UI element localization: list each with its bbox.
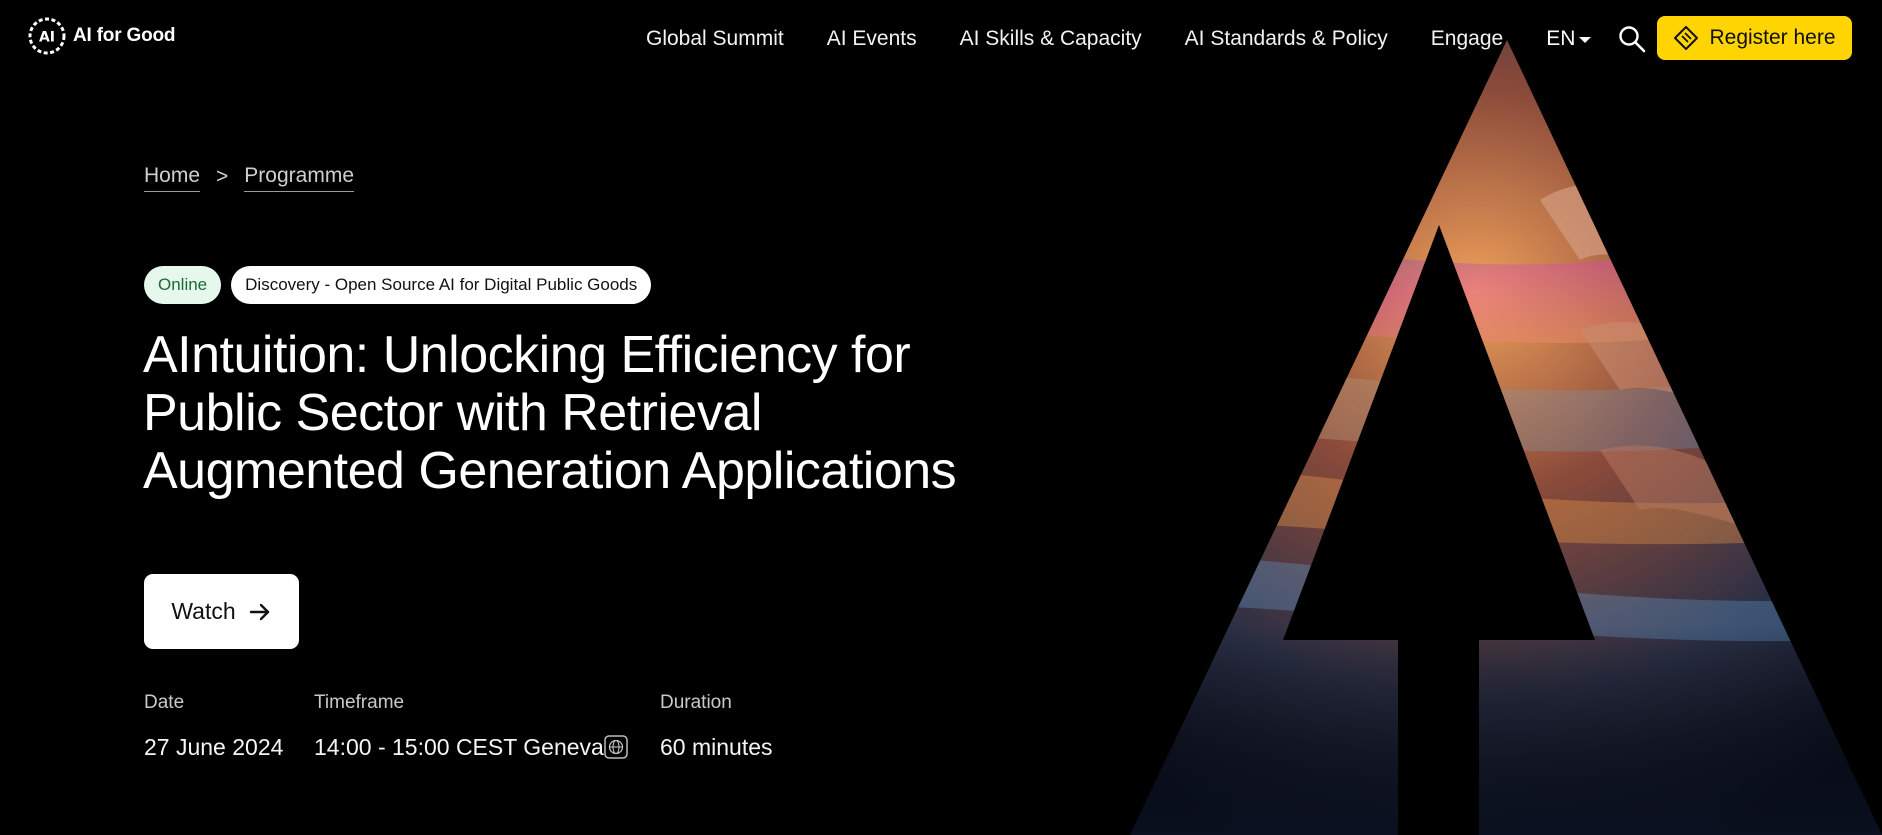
register-button[interactable]: Register here [1657, 16, 1852, 60]
duration-label: Duration [660, 692, 732, 713]
language-label: EN [1546, 27, 1576, 50]
breadcrumb-home[interactable]: Home [144, 164, 201, 192]
nav-ai-skills-capacity[interactable]: AI Skills & Capacity [960, 27, 1142, 51]
search-icon[interactable] [1617, 24, 1647, 54]
svg-text:AI: AI [39, 30, 55, 46]
main-nav: Global Summit AI Events AI Skills & Capa… [646, 24, 1647, 54]
page: AI AI for Good Global Summit AI Events A… [0, 0, 1882, 835]
watch-label: Watch [171, 598, 236, 624]
globe-icon[interactable] [604, 735, 628, 759]
page-title: AIntuition: Unlocking Efficiency for Pub… [143, 326, 957, 500]
nav-global-summit[interactable]: Global Summit [646, 27, 784, 51]
date-value: 27 June 2024 [144, 734, 284, 760]
nav-ai-standards-policy[interactable]: AI Standards & Policy [1185, 27, 1388, 51]
timeframe-value: 14:00 - 15:00 CEST Geneva [314, 734, 604, 760]
chevron-down-icon [1579, 37, 1592, 43]
logo[interactable]: AI AI for Good [27, 16, 175, 56]
breadcrumb-programme[interactable]: Programme [244, 164, 354, 192]
watch-button[interactable]: Watch [144, 574, 299, 649]
ai-for-good-logo-icon: AI [28, 17, 66, 55]
breadcrumb: Home > Programme [144, 164, 354, 192]
nav-ai-events[interactable]: AI Events [827, 27, 917, 51]
duration-value: 60 minutes [660, 734, 773, 760]
site-header: AI AI for Good Global Summit AI Events A… [0, 0, 1882, 78]
logo-text: AI for Good [73, 25, 176, 46]
session-tags: Online Discovery - Open Source AI for Di… [144, 266, 652, 304]
date-label: Date [144, 692, 185, 713]
language-selector[interactable]: EN [1546, 27, 1592, 51]
hero-letter-a-image [1130, 40, 1882, 835]
ticket-icon [1674, 26, 1699, 50]
breadcrumb-separator: > [216, 164, 229, 188]
nav-engage[interactable]: Engage [1431, 27, 1503, 51]
timeframe-label: Timeframe [314, 692, 405, 713]
status-badge: Online [144, 266, 222, 304]
arrow-right-icon [249, 603, 269, 620]
register-label: Register here [1709, 26, 1836, 49]
track-badge[interactable]: Discovery - Open Source AI for Digital P… [231, 266, 652, 304]
